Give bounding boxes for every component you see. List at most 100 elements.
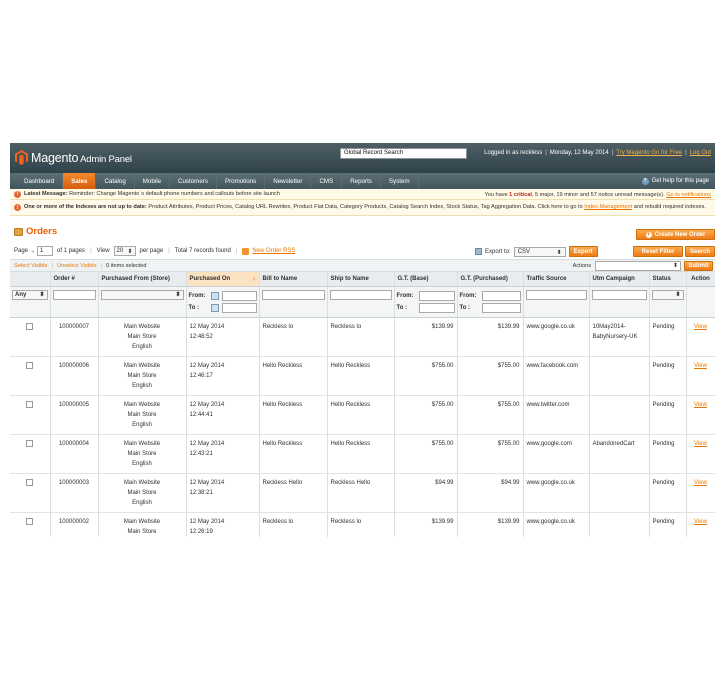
column-header-traffic-source[interactable]: Traffic Source: [523, 272, 590, 287]
purchased-from-input[interactable]: [481, 290, 521, 301]
row-checkbox[interactable]: [26, 361, 34, 369]
row-checkbox[interactable]: [26, 478, 34, 486]
nav-item-reports[interactable]: Reports: [342, 173, 381, 189]
purchased-on: 12 May 2014 12:44:41: [186, 395, 260, 435]
table-row[interactable]: 100000007 Main Website Main Store English 12…: [10, 317, 715, 357]
date-from-input[interactable]: [221, 290, 257, 301]
column-header-ship-to-name[interactable]: Ship to Name: [327, 272, 395, 287]
table-row[interactable]: 100000004 Main Website Main Store English 12…: [10, 434, 715, 474]
gt-base: $139.99: [394, 317, 458, 357]
bill-to-filter[interactable]: [261, 289, 325, 300]
nav-item-catalog[interactable]: Catalog: [96, 173, 135, 189]
traffic-source: www.google.co.uk: [523, 512, 590, 537]
status-filter-select[interactable]: ⬍: [651, 289, 684, 300]
traffic-source-filter[interactable]: [525, 289, 587, 300]
bill-to-name: Reckless lo: [259, 512, 328, 537]
prev-page-icon[interactable]: ◂: [31, 248, 34, 255]
help-link[interactable]: ? Get help for this page: [641, 173, 709, 189]
table-row[interactable]: 100000006 Main Website Main Store English 12…: [10, 356, 715, 396]
ship-to-filter[interactable]: [329, 289, 392, 300]
base-to-input[interactable]: [418, 302, 455, 313]
new-order-rss-link[interactable]: New Order RSS: [252, 248, 295, 254]
table-row[interactable]: 100000003 Main Website Main Store English 12…: [10, 473, 715, 513]
order-number-filter[interactable]: [52, 289, 96, 300]
bill-to-name: Reckless lo: [259, 317, 328, 357]
view-link[interactable]: View: [694, 324, 707, 330]
to-label: To :: [188, 304, 200, 311]
nav-item-newsletter[interactable]: Newsletter: [265, 173, 312, 189]
reset-filter-button[interactable]: Reset Filter: [633, 246, 683, 257]
plus-icon: +: [645, 231, 652, 238]
latest-message-label: Latest Message:: [24, 191, 68, 197]
table-row[interactable]: 100000002Main WebsiteMain StoreEnglish12…: [10, 512, 715, 537]
export-button[interactable]: Export: [568, 246, 598, 257]
create-new-order-button[interactable]: + Create New Order: [636, 229, 715, 240]
magento-logo[interactable]: Magento Admin Panel: [15, 150, 132, 165]
utm-campaign: [589, 356, 650, 396]
ship-to-name: Reckless lo: [327, 317, 395, 357]
nav-item-mobile[interactable]: Mobile: [135, 173, 171, 189]
unselect-visible-link[interactable]: Unselect Visible: [57, 263, 97, 269]
logout-link[interactable]: Log Out: [690, 150, 711, 156]
per-page-select[interactable]: 20 ⬍: [113, 246, 136, 256]
purchased-on: 12 May 2014 12:46:17: [186, 356, 260, 396]
calendar-icon[interactable]: [210, 291, 219, 300]
gt-base: $755.00: [394, 434, 458, 474]
nav-item-customers[interactable]: Customers: [170, 173, 217, 189]
column-header-gt-base[interactable]: G.T. (Base): [394, 272, 458, 287]
nav-item-sales[interactable]: Sales: [63, 173, 97, 189]
export-format-select[interactable]: CSV ⬍: [513, 246, 566, 257]
calendar-icon[interactable]: [210, 303, 219, 312]
bill-to-name: Hello Reckless: [259, 434, 328, 474]
column-header-purchased-on[interactable]: Purchased On ↓: [186, 272, 260, 287]
order-number: 100000006: [50, 356, 99, 396]
from-label: From:: [188, 292, 206, 299]
bill-to-name: Hello Reckless: [259, 356, 328, 396]
row-checkbox[interactable]: [26, 517, 34, 525]
view-link[interactable]: View: [694, 441, 707, 447]
try-magento-go-link[interactable]: Try Magento Go for Free: [616, 150, 682, 156]
column-header-utm-campaign[interactable]: Utm Campaign: [589, 272, 650, 287]
of-pages-label: of 1 pages: [57, 248, 86, 254]
total-records: Total 7 records found: [174, 248, 231, 254]
column-header-bill-to-name[interactable]: Bill to Name: [259, 272, 328, 287]
any-select[interactable]: Any ⬍: [12, 289, 48, 300]
status: Pending: [649, 473, 687, 513]
nav-item-dashboard[interactable]: Dashboard: [16, 173, 64, 189]
view-link[interactable]: View: [694, 519, 707, 525]
ship-to-name: Reckless lo: [327, 512, 395, 537]
search-button[interactable]: Search: [685, 246, 715, 257]
nav-item-promotions[interactable]: Promotions: [217, 173, 266, 189]
rss-icon: [242, 247, 250, 255]
column-header-status[interactable]: Status: [649, 272, 687, 287]
row-checkbox[interactable]: [26, 439, 34, 447]
utm-campaign-filter[interactable]: [591, 289, 647, 300]
table-row[interactable]: 100000005 Main Website Main Store English 12…: [10, 395, 715, 435]
actions-select[interactable]: ⬍: [595, 261, 681, 271]
store-filter-select[interactable]: ⬍: [100, 289, 184, 300]
view-link[interactable]: View: [694, 402, 707, 408]
global-search-input[interactable]: Global Record Search: [340, 148, 467, 159]
row-checkbox[interactable]: [26, 322, 34, 330]
select-visible-link[interactable]: Select Visible: [14, 263, 47, 269]
column-header-gt-purchased[interactable]: G.T. (Purchased): [457, 272, 524, 287]
utm-campaign: [589, 512, 650, 537]
column-header-purchased-from[interactable]: Purchased From (Store): [98, 272, 187, 287]
row-checkbox[interactable]: [26, 400, 34, 408]
view-link[interactable]: View: [694, 363, 707, 369]
view-link[interactable]: View: [694, 480, 707, 486]
nav-item-cms[interactable]: CMS: [311, 173, 343, 189]
go-to-notifications-link[interactable]: Go to notifications: [666, 192, 711, 198]
page-number-input[interactable]: 1: [37, 246, 54, 256]
index-management-link[interactable]: Index Management: [584, 204, 632, 210]
date-to-input[interactable]: [221, 302, 257, 313]
orders-grid: Order # Purchased From (Store) Purchased O…: [10, 272, 715, 537]
status: Pending: [649, 434, 687, 474]
base-from-input[interactable]: [418, 290, 455, 301]
column-header-order-number[interactable]: Order #: [50, 272, 99, 287]
filter-row: Any⬍ ⬍ From: To : From: To : From: To :: [10, 286, 715, 318]
purchased-to-input[interactable]: [481, 302, 521, 313]
submit-button[interactable]: Submit: [684, 261, 713, 271]
nav-item-system[interactable]: System: [381, 173, 419, 189]
select-arrows-icon: ⬍: [672, 263, 678, 269]
